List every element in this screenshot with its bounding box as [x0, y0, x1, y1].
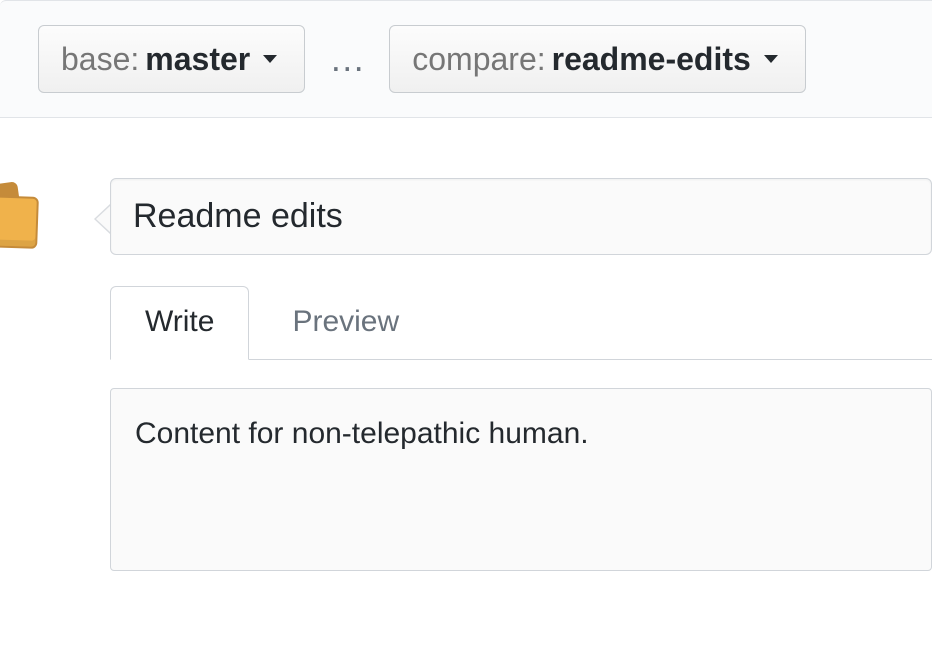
pr-form-area: OT Write Preview: [0, 118, 932, 571]
compare-branch-bar: base: master … compare: readme-edits: [0, 0, 932, 118]
user-avatar[interactable]: OT: [0, 178, 44, 264]
pr-body-textarea[interactable]: [135, 417, 907, 537]
tab-preview-label: Preview: [292, 305, 399, 338]
caret-down-icon: [763, 54, 779, 64]
tab-write[interactable]: Write: [110, 286, 249, 360]
base-branch-label: base:: [61, 40, 139, 78]
comment-box: [110, 388, 932, 571]
base-branch-value: master: [145, 40, 250, 78]
avatar-column: OT: [0, 178, 60, 571]
compare-ellipsis: …: [329, 38, 365, 80]
base-branch-select[interactable]: base: master: [38, 25, 305, 93]
compare-branch-select[interactable]: compare: readme-edits: [389, 25, 806, 93]
compare-branch-value: readme-edits: [552, 40, 751, 78]
tab-write-label: Write: [145, 305, 214, 338]
pr-title-input[interactable]: [110, 178, 932, 255]
compare-branch-label: compare:: [412, 40, 545, 78]
speech-bubble-pointer: [94, 204, 110, 234]
pr-form-main: Write Preview: [110, 178, 932, 571]
avatar-crate-front: [0, 195, 39, 249]
comment-tabs: Write Preview: [110, 285, 932, 360]
caret-down-icon: [262, 54, 278, 64]
tab-preview[interactable]: Preview: [257, 286, 434, 360]
